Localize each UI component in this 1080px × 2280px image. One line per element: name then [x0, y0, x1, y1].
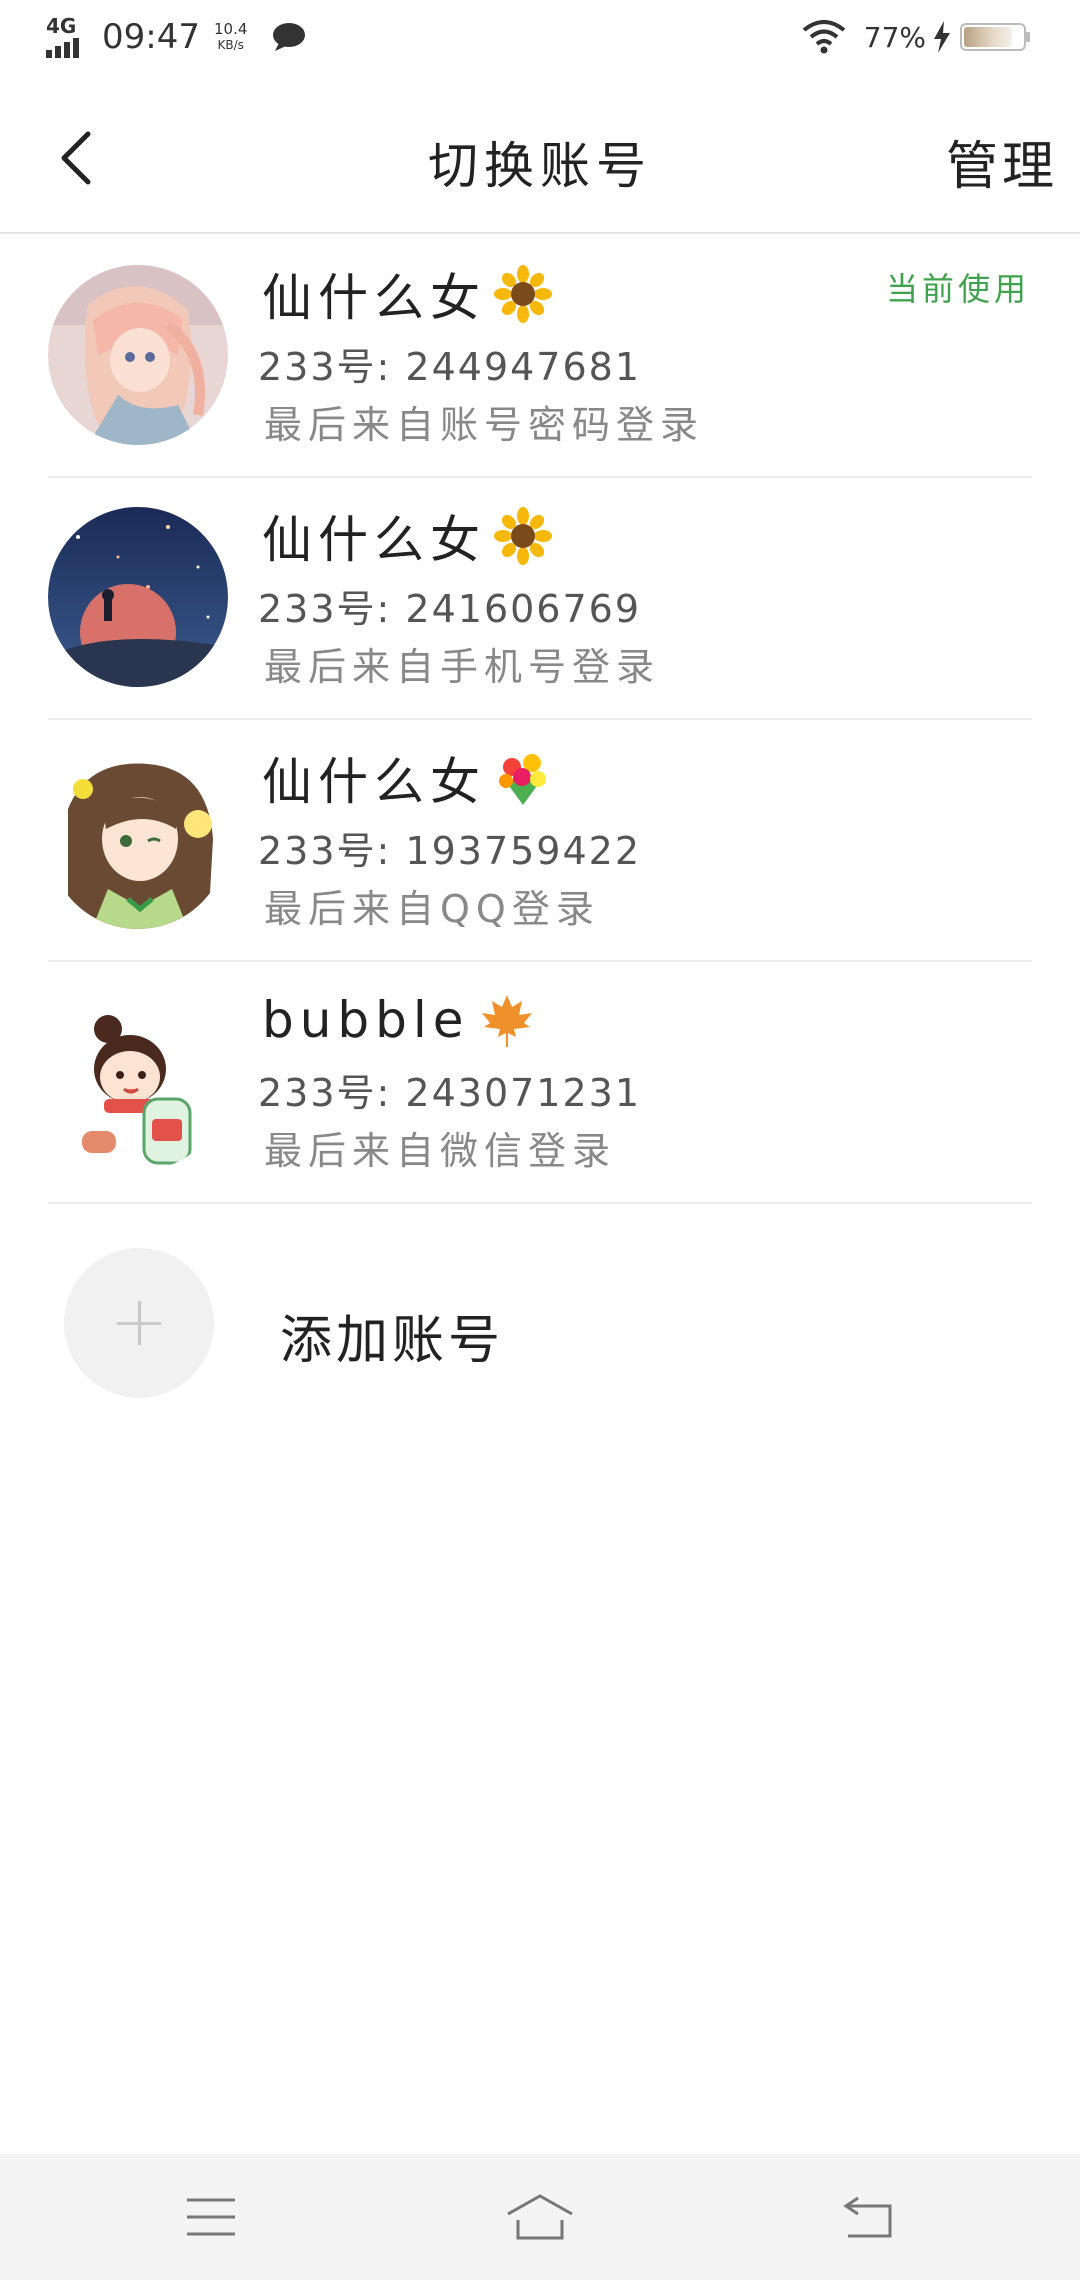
battery-percent: 77%: [863, 20, 926, 54]
wifi-icon: [802, 20, 846, 54]
account-item[interactable]: 仙什么女 233号: 193759422 最后来自QQ登录: [0, 720, 1080, 962]
battery-icon: [960, 23, 1030, 51]
account-login-method: 最后来自QQ登录: [264, 887, 600, 931]
status-bar: 4G 09:47 10.4 KB/s 77%: [0, 0, 1080, 80]
account-name: 仙什么女: [262, 511, 486, 569]
avatar: [48, 507, 228, 687]
signal-icon: 4G: [44, 14, 94, 60]
avatar: [48, 991, 228, 1171]
account-id: 233号: 244947681: [258, 345, 642, 389]
menu-icon[interactable]: [181, 2190, 241, 2244]
account-name: 仙什么女: [262, 753, 486, 811]
message-icon: [273, 23, 306, 51]
add-account-row[interactable]: 添加账号: [0, 1210, 1080, 1440]
add-account-label: 添加账号: [280, 1311, 505, 1371]
account-list: 仙什么女 233号: 244947681 最后来自账号密码登录 当前使用 仙什么…: [0, 236, 1080, 1204]
speed-value: 10.4: [213, 20, 248, 38]
sunflower-icon: [494, 265, 552, 323]
account-login-method: 最后来自手机号登录: [264, 645, 661, 689]
status-time: 09:47: [102, 17, 200, 57]
account-name: bubble: [262, 991, 470, 1049]
account-item[interactable]: bubble 233号: 243071231 最后来自微信登录: [0, 962, 1080, 1204]
manage-button[interactable]: 管理: [946, 124, 1058, 199]
plus-icon[interactable]: [64, 1248, 214, 1398]
account-item[interactable]: 仙什么女 233号: 244947681 最后来自账号密码登录 当前使用: [0, 236, 1080, 478]
speed-unit: KB/s: [217, 38, 244, 52]
avatar: [48, 749, 228, 929]
account-id: 233号: 243071231: [258, 1071, 642, 1115]
bouquet-icon: [499, 754, 546, 805]
navigation-bar: [0, 2154, 1080, 2280]
account-login-method: 最后来自账号密码登录: [264, 403, 705, 447]
network-type: 4G: [46, 14, 77, 38]
avatar: [48, 265, 228, 445]
account-id: 233号: 241606769: [258, 587, 642, 631]
back-icon[interactable]: [840, 2190, 900, 2244]
header: 切换账号 管理: [0, 80, 1080, 234]
current-account-badge: 当前使用: [885, 270, 1030, 308]
home-icon[interactable]: [504, 2190, 576, 2244]
account-item[interactable]: 仙什么女 233号: 241606769 最后来自手机号登录: [0, 478, 1080, 720]
network-speed: 10.4 KB/s: [214, 21, 247, 53]
charging-icon: [934, 21, 950, 53]
account-login-method: 最后来自微信登录: [264, 1129, 617, 1173]
sunflower-icon: [494, 507, 552, 565]
account-name: 仙什么女: [262, 269, 486, 327]
maple-leaf-icon: [481, 995, 532, 1047]
page-title: 切换账号: [428, 137, 652, 195]
account-id: 233号: 193759422: [258, 829, 642, 873]
